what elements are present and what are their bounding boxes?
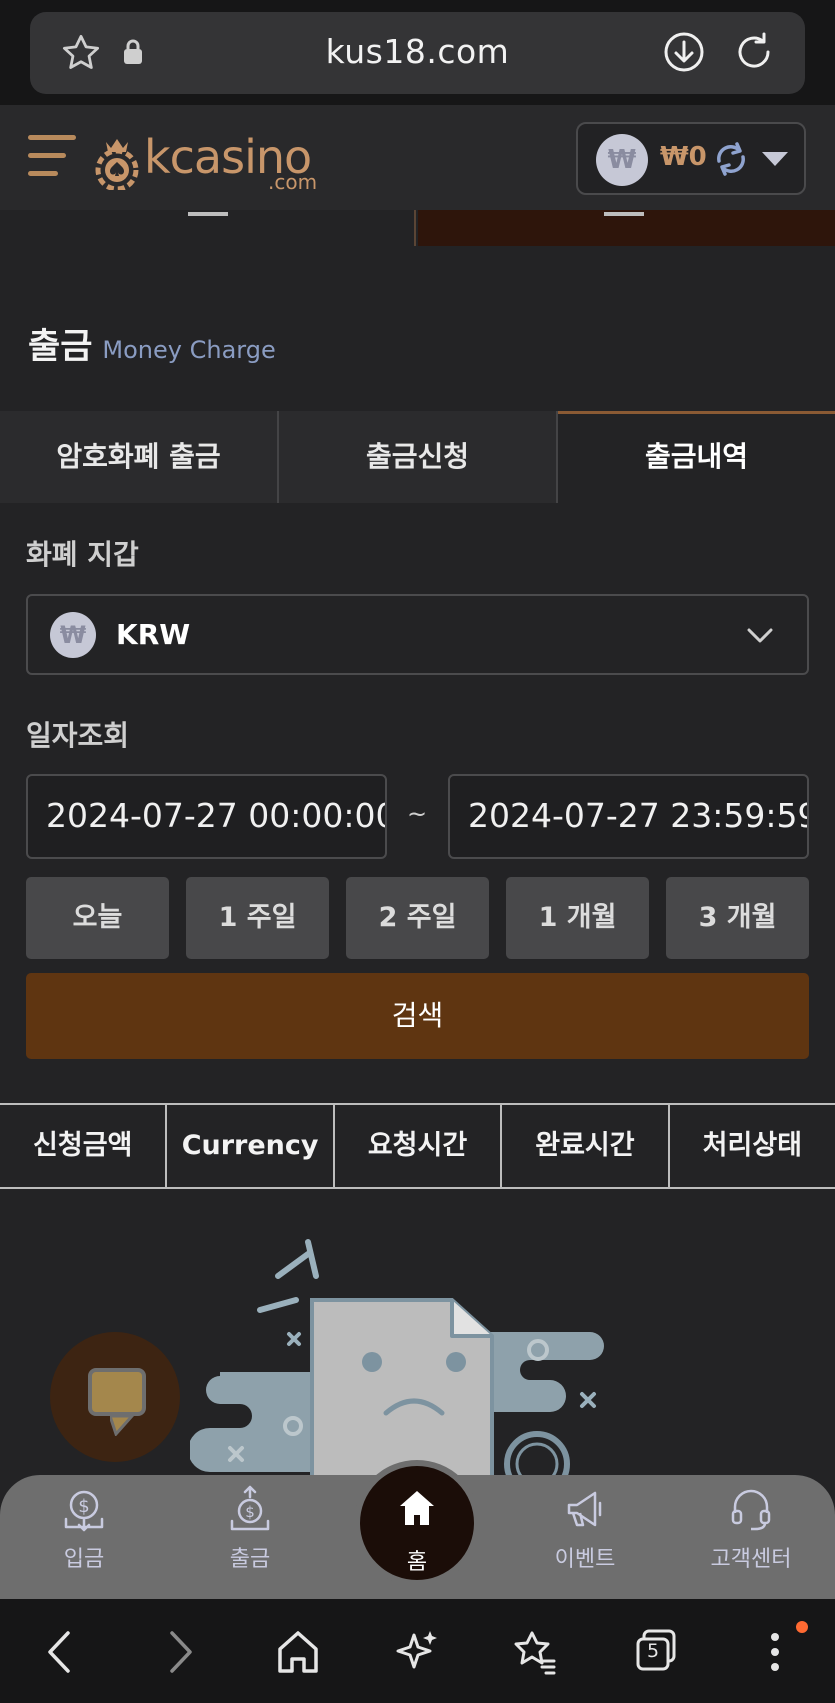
browser-bottom-bar: 5 (0, 1599, 835, 1703)
notification-dot (796, 1621, 808, 1633)
period-1week-button[interactable]: 1 주일 (186, 877, 329, 959)
app-header: kcasino .com ₩ ₩0 (0, 105, 835, 210)
deposit-icon: $ (64, 1490, 104, 1532)
date-label: 일자조회 (26, 719, 130, 752)
nav-withdraw[interactable]: $ 출금 (190, 1485, 310, 1573)
period-2week-button[interactable]: 2 주일 (346, 877, 489, 959)
back-icon[interactable] (40, 1629, 80, 1675)
scrolled-tab-strip (0, 210, 835, 246)
balance-widget[interactable]: ₩ ₩0 (576, 122, 806, 195)
logo-domain: .com (268, 170, 318, 194)
period-1month-button[interactable]: 1 개월 (506, 877, 649, 959)
nav-home[interactable]: 홈 (354, 1460, 480, 1586)
page-title-sub: Money Charge (102, 336, 276, 364)
forward-icon[interactable] (160, 1629, 200, 1675)
strip-right (418, 210, 835, 246)
nav-support[interactable]: 고객센터 (691, 1485, 811, 1573)
period-today-button[interactable]: 오늘 (26, 877, 169, 959)
tab-withdraw-history[interactable]: 출금내역 (558, 411, 835, 503)
nav-deposit[interactable]: $ 입금 (24, 1485, 144, 1573)
search-button[interactable]: 검색 (26, 973, 809, 1059)
svg-text:$: $ (245, 1503, 255, 1521)
column-request-time: 요청시간 (335, 1105, 503, 1187)
chevron-down-icon[interactable] (762, 152, 788, 166)
address-bar[interactable]: kus18.com (30, 12, 805, 94)
refresh-balance-icon[interactable] (711, 139, 751, 179)
wallet-value: KRW (116, 618, 191, 651)
tab-crypto-withdraw[interactable]: 암호화폐 출금 (0, 411, 279, 503)
date-separator: ~ (407, 800, 428, 828)
strip-left (0, 210, 416, 246)
menu-icon[interactable] (28, 135, 76, 181)
nav-event-label: 이벤트 (554, 1547, 616, 1572)
chat-button[interactable] (50, 1332, 180, 1462)
page-title-main: 출금 (28, 327, 93, 367)
megaphone-icon (567, 1491, 602, 1527)
withdraw-icon: $ (230, 1485, 270, 1531)
chat-bubble-tail-icon (110, 1416, 134, 1436)
page-title: 출금 Money Charge (28, 318, 276, 369)
home-icon (400, 1491, 434, 1525)
won-coin-icon: ₩ (596, 134, 648, 186)
more-menu-icon[interactable] (765, 1629, 785, 1675)
wallet-select[interactable]: ₩ KRW (26, 594, 809, 675)
browser-home-icon[interactable] (276, 1629, 320, 1675)
sparkle-icon[interactable] (394, 1629, 440, 1675)
logo-chip-icon (95, 139, 139, 190)
nav-event[interactable]: 이벤트 (525, 1485, 645, 1573)
tab-count: 5 (646, 1640, 660, 1662)
chat-bubble-icon (88, 1368, 146, 1416)
browser-toolbar: kus18.com (0, 0, 835, 105)
nav-support-label: 고객센터 (710, 1547, 792, 1572)
date-to-value: 2024-07-27 23:59:59 (468, 796, 809, 835)
balance-amount: ₩0 (660, 142, 707, 172)
period-3month-button[interactable]: 3 개월 (666, 877, 809, 959)
chevron-down-icon (747, 628, 773, 643)
nav-home-label: 홈 (406, 1550, 428, 1575)
krw-coin-icon: ₩ (50, 612, 96, 658)
column-currency: Currency (167, 1105, 335, 1187)
column-amount: 신청금액 (0, 1105, 168, 1187)
site-logo[interactable]: kcasino .com (92, 130, 327, 194)
history-table-header: 신청금액 Currency 요청시간 완료시간 처리상태 (0, 1103, 835, 1189)
wallet-label: 화폐 지갑 (26, 538, 139, 571)
period-buttons: 오늘 1 주일 2 주일 1 개월 3 개월 (26, 877, 809, 959)
tabs-icon[interactable]: 5 (634, 1629, 678, 1673)
date-from-input[interactable]: 2024-07-27 00:00:00 (26, 774, 387, 859)
nav-withdraw-label: 출금 (229, 1547, 271, 1572)
date-from-value: 2024-07-27 00:00:00 (46, 796, 387, 835)
headset-icon (731, 1489, 771, 1531)
column-status: 처리상태 (702, 1130, 803, 1161)
tab-withdraw-request[interactable]: 출금신청 (279, 411, 558, 503)
date-to-input[interactable]: 2024-07-27 23:59:59 (448, 774, 809, 859)
bookmarks-icon[interactable] (512, 1629, 558, 1675)
svg-text:$: $ (78, 1496, 89, 1517)
empty-state-illustration (190, 1239, 604, 1477)
withdraw-tabs: 암호화폐 출금 출금신청 출금내역 (0, 411, 835, 503)
nav-deposit-label: 입금 (63, 1547, 105, 1572)
download-icon[interactable] (662, 30, 706, 74)
column-complete-time: 완료시간 (502, 1105, 670, 1187)
reload-icon[interactable] (732, 30, 776, 74)
